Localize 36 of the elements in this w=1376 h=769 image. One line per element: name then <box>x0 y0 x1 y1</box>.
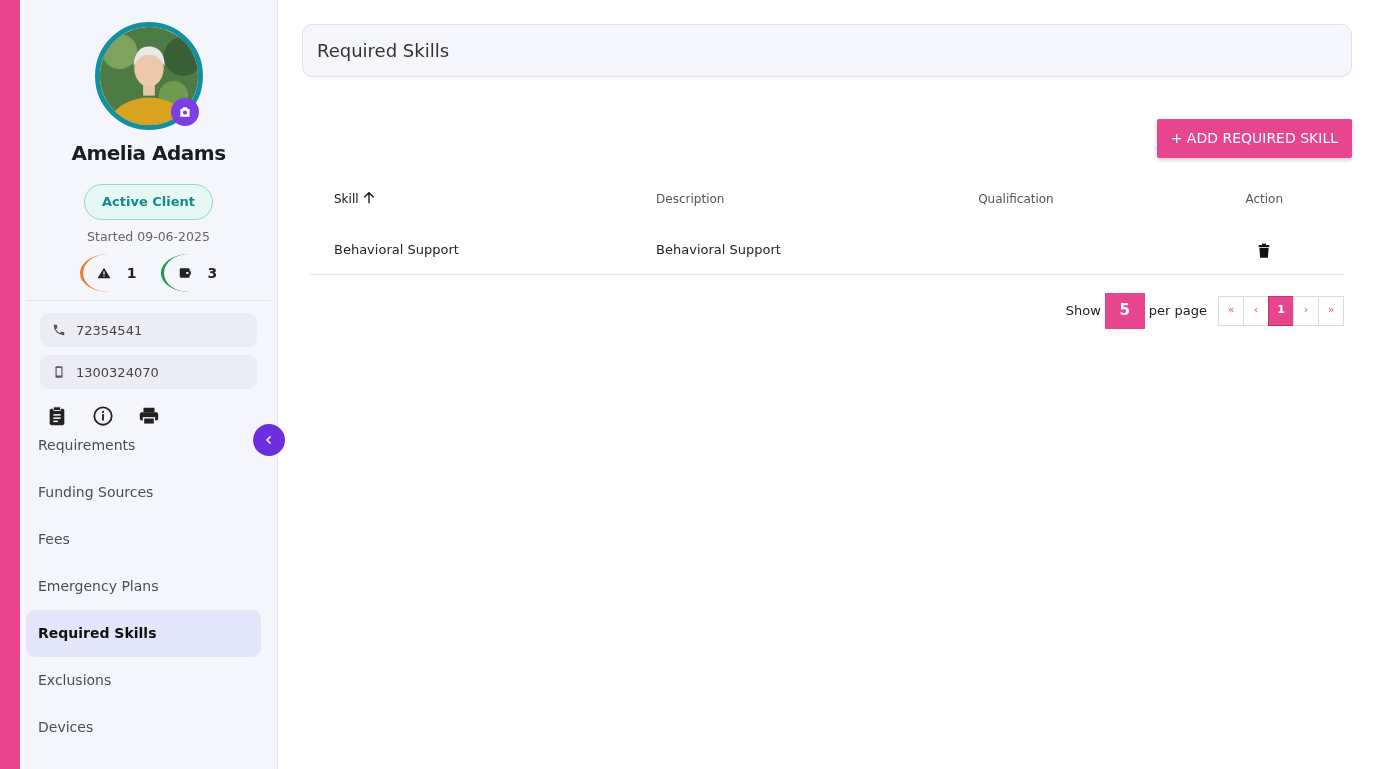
alert-count: 1 <box>126 263 137 283</box>
sidebar-item[interactable]: Funding Sources <box>26 469 261 517</box>
table-cell: Behavioral Support <box>656 242 781 257</box>
wallet-count: 3 <box>207 263 218 283</box>
table-cell: Behavioral Support <box>334 242 459 257</box>
sidebar-item[interactable]: Requirements <box>26 431 233 470</box>
status-pill: Active Client <box>84 184 213 220</box>
pagination-button[interactable]: 1 <box>1268 295 1294 326</box>
page-title: Required Skills <box>302 24 1352 77</box>
camera-icon <box>177 105 192 119</box>
pagination-button[interactable]: « <box>1218 295 1244 326</box>
pagination-button[interactable]: › <box>1293 295 1319 326</box>
sidebar-item[interactable]: Fees <box>26 516 261 564</box>
column-header: Qualification <box>978 192 1054 206</box>
column-header[interactable]: Skill <box>334 192 359 206</box>
add-skill-button[interactable]: + ADD REQUIRED SKILL <box>1156 119 1352 158</box>
per-page-label: per page <box>1148 301 1207 320</box>
phone-number: 72354541 <box>76 321 143 340</box>
sidebar-item[interactable]: Devices <box>26 704 261 752</box>
collapse-button[interactable] <box>253 424 285 456</box>
page-size-selector[interactable]: 5 <box>1104 292 1145 329</box>
mobile-number: 1300324070 <box>76 363 159 382</box>
client-name: Amelia Adams <box>70 140 227 167</box>
column-header: Action <box>1245 192 1283 206</box>
sidebar-item[interactable]: Emergency Plans <box>26 563 261 611</box>
phone-icon <box>52 323 66 338</box>
pagination-button[interactable]: » <box>1318 295 1344 326</box>
start-date: Started 09-06-2025 <box>86 227 211 246</box>
info-icon[interactable] <box>92 405 114 428</box>
warning-icon <box>96 266 111 281</box>
sidebar-item[interactable]: Required Skills <box>26 610 261 658</box>
sidebar-item[interactable]: Exclusions <box>26 657 261 705</box>
wallet-icon <box>177 266 192 281</box>
column-header: Description <box>656 192 725 206</box>
pagination-button[interactable]: ‹ <box>1243 295 1269 326</box>
show-label: Show <box>1065 301 1101 320</box>
